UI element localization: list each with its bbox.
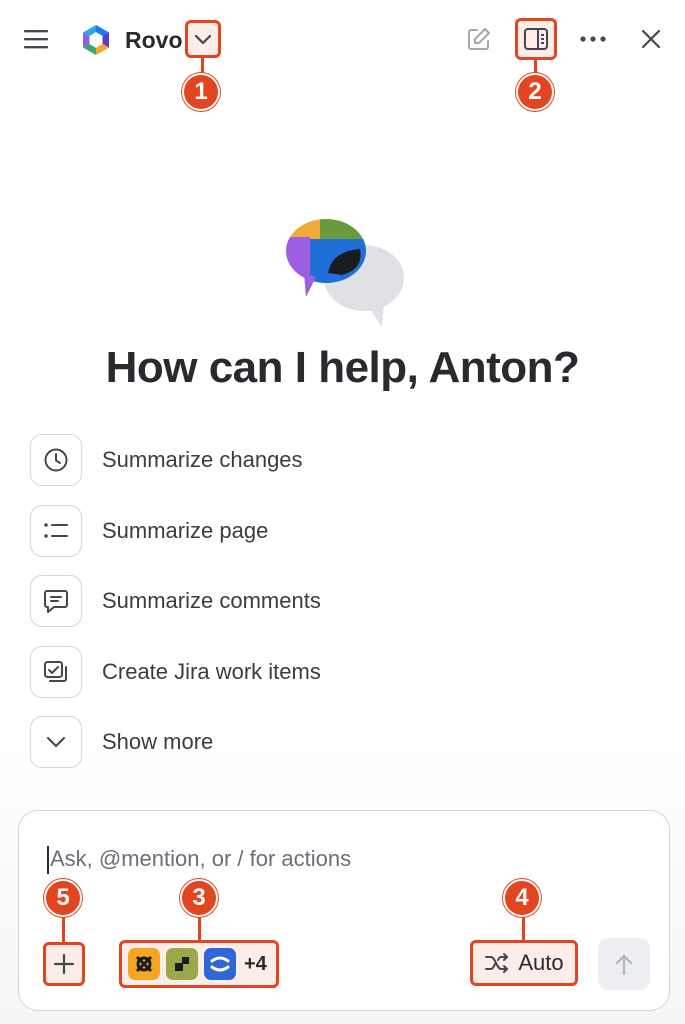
comment-icon — [44, 590, 68, 613]
plus-icon — [53, 953, 75, 975]
chat-bubbles-illustration — [280, 215, 410, 330]
app-icon-blue — [204, 948, 236, 980]
more-icon — [580, 36, 606, 42]
greeting-heading: How can I help, Anton? — [105, 343, 580, 392]
annotation-badge-2: 2 — [516, 73, 554, 111]
suggestion-create-jira-work-items[interactable]: Create Jira work items — [30, 646, 450, 698]
send-button[interactable] — [598, 938, 650, 990]
suggestion-label: Show more — [102, 729, 214, 754]
rovo-logo-icon — [80, 24, 112, 56]
annotation-badge-4: 4 — [503, 879, 541, 917]
annotation-badge-5: 5 — [44, 879, 82, 917]
suggestion-show-more[interactable]: Show more — [30, 716, 450, 768]
more-options-button[interactable] — [576, 24, 610, 54]
mode-label: Auto — [518, 950, 564, 975]
hamburger-icon[interactable] — [22, 27, 50, 51]
suggestion-label: Summarize comments — [102, 588, 321, 613]
text-caret — [47, 846, 49, 874]
suggestion-label: Summarize changes — [102, 447, 303, 472]
chevron-down-icon — [47, 737, 65, 747]
create-issue-icon — [44, 661, 67, 682]
agent-dropdown-button[interactable] — [185, 20, 221, 58]
close-button[interactable] — [636, 24, 666, 54]
annotation-leader-3 — [198, 914, 201, 942]
prompt-input[interactable] — [50, 842, 610, 876]
suggestion-summarize-changes[interactable]: Summarize changes — [30, 434, 450, 486]
sources-more-count: +4 — [244, 952, 267, 975]
add-button[interactable] — [43, 942, 85, 986]
chevron-down-icon — [194, 34, 212, 45]
app-icon-olive — [166, 948, 198, 980]
annotation-leader-4 — [522, 914, 525, 942]
clock-icon — [44, 448, 68, 472]
arrow-up-icon — [615, 954, 633, 976]
shuffle-icon — [485, 953, 509, 973]
app-icon-orange — [128, 948, 160, 980]
list-icon — [44, 523, 68, 538]
mode-auto-button[interactable]: Auto — [470, 940, 578, 986]
suggestion-summarize-page[interactable]: Summarize page — [30, 505, 450, 557]
annotation-leader-5 — [62, 914, 65, 944]
app-name[interactable]: Rovo — [125, 24, 183, 56]
annotation-badge-3: 3 — [180, 879, 218, 917]
panel-layout-button[interactable] — [515, 18, 557, 60]
panel-layout-icon — [524, 28, 548, 50]
new-chat-button[interactable] — [462, 22, 496, 56]
sources-selector[interactable]: +4 — [119, 940, 279, 988]
suggestion-label: Create Jira work items — [102, 659, 321, 684]
edit-icon — [468, 28, 490, 50]
close-icon — [641, 29, 661, 49]
suggestion-summarize-comments[interactable]: Summarize comments — [30, 575, 450, 627]
annotation-badge-1: 1 — [182, 73, 220, 111]
suggestion-label: Summarize page — [102, 518, 269, 543]
